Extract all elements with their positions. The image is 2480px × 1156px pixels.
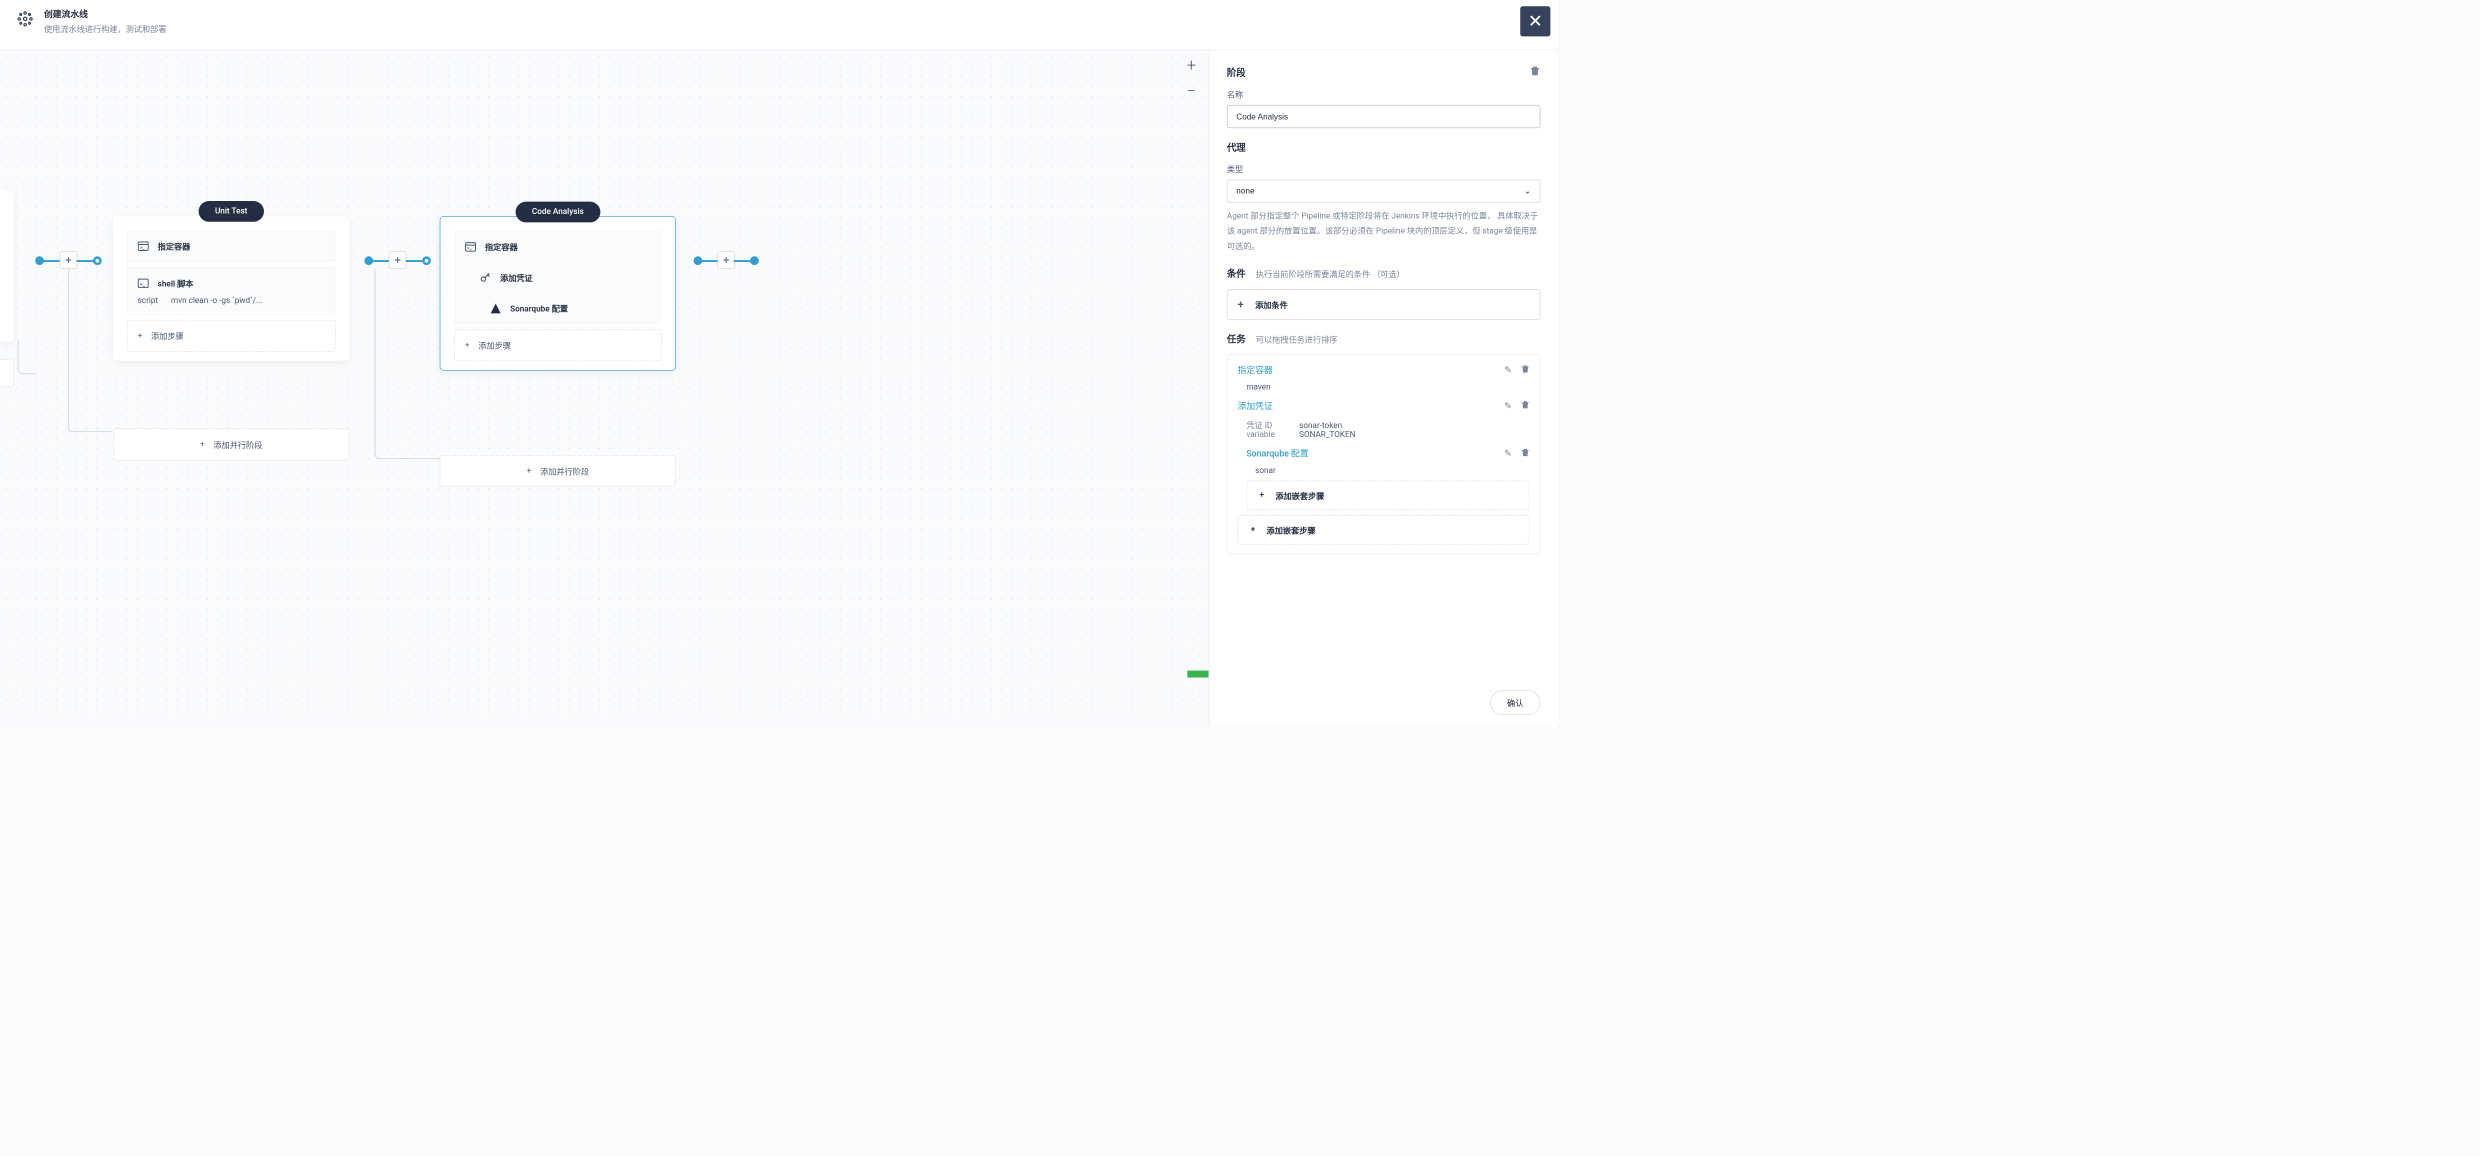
task-card-container[interactable]: 指定容器 ✎ maven 添加凭证 ✎ 凭证 IDsonar-t [1227, 354, 1540, 554]
add-stage-button[interactable]: + [717, 251, 735, 269]
stage-badge: Code Analysis [516, 202, 601, 223]
add-nested-step-button[interactable]: + 添加嵌套步骤 [1246, 481, 1529, 511]
tasks-subtitle: 可以拖拽任务进行排序 [1256, 333, 1338, 345]
add-parallel-stage-button[interactable]: +添加并行阶段 [113, 428, 349, 460]
container-icon: >_ [138, 240, 149, 251]
task-title: Sonarqube 配置 [1246, 447, 1308, 460]
step-label: 指定容器 [158, 240, 191, 252]
chevron-down-icon: ⌄ [1524, 187, 1531, 196]
svg-text:>_: >_ [467, 245, 473, 251]
name-label: 名称 [1227, 88, 1540, 100]
step-label: shell 脚本 [158, 277, 194, 289]
add-stage-button[interactable]: + [389, 251, 407, 269]
section-heading-stage: 阶段 [1227, 66, 1246, 79]
step-label: 指定容器 [485, 241, 518, 253]
add-parallel-stage-button[interactable]: +添加并行阶段 [440, 455, 676, 487]
zoom-in-button[interactable]: + [1187, 62, 1196, 72]
plus-icon: + [1238, 298, 1244, 311]
delete-task-button[interactable] [1521, 400, 1530, 411]
config-panel: 阶段 名称 代理 类型 none ⌄ Agent 部分指定整个 Pipeline… [1209, 50, 1558, 726]
zoom-out-button[interactable]: − [1187, 88, 1196, 98]
callout-arrow-icon [1186, 666, 1209, 682]
task-value: sonar [1246, 466, 1529, 475]
step-label: Sonarqube 配置 [510, 302, 568, 314]
step-box[interactable]: >_ 指定容器 添加凭证 Sonarqube 配置 [454, 231, 661, 325]
delete-task-button[interactable] [1521, 364, 1530, 375]
agent-type-select[interactable]: none ⌄ [1227, 180, 1540, 203]
task-kv-row: variableSONAR_TOKEN [1246, 430, 1529, 439]
edit-task-button[interactable]: ✎ [1504, 400, 1512, 411]
task-title: 添加凭证 [1238, 400, 1273, 413]
plus-icon: + [527, 466, 532, 475]
close-icon: ✕ [1528, 13, 1543, 31]
container-icon: >_ [465, 241, 476, 252]
pipeline-node [750, 256, 759, 265]
plus-icon: + [465, 340, 470, 349]
stage-card-code-analysis[interactable]: Code Analysis >_ 指定容器 添加凭证 Sonarqube 配置 [440, 216, 676, 371]
ghost-elbow [18, 339, 37, 374]
delete-task-button[interactable] [1521, 448, 1530, 459]
plus-icon: + [1260, 491, 1264, 500]
sonar-icon [490, 302, 501, 313]
agent-help-text: Agent 部分指定整个 Pipeline 或特定阶段将在 Jenkins 环境… [1227, 209, 1540, 254]
shell-icon: >_ [138, 277, 149, 288]
edit-task-button[interactable]: ✎ [1504, 448, 1512, 459]
task-value: maven [1238, 383, 1530, 392]
stage-badge: Unit Test [199, 201, 264, 222]
page-subtitle: 使用流水线进行构建，测试和部署 [44, 23, 167, 35]
section-heading-tasks: 任务 [1227, 332, 1246, 345]
pipeline-canvas[interactable]: + − + Unit Test >_ 指定容器 [0, 50, 1209, 726]
add-condition-button[interactable]: + 添加条件 [1227, 289, 1540, 320]
add-step-button[interactable]: +添加步骤 [454, 329, 661, 361]
plus-icon: + [138, 331, 143, 340]
plus-icon: + [1251, 525, 1255, 534]
type-label: 类型 [1227, 163, 1540, 175]
stage-card-unit-test[interactable]: Unit Test >_ 指定容器 >_ shell 脚本 script mv [113, 216, 349, 360]
task-kv-row: 凭证 IDsonar-token [1246, 418, 1529, 430]
parallel-elbow [374, 269, 441, 459]
previous-stage-ghost [0, 190, 14, 341]
step-detail: script mvn clean -o -gs `pwd`/... [128, 296, 335, 314]
add-nested-step-button[interactable]: + 添加嵌套步骤 [1238, 515, 1530, 545]
pipeline-icon [15, 9, 35, 29]
step-box[interactable]: >_ 指定容器 [127, 230, 336, 262]
pipeline-node-ring [422, 256, 431, 265]
page-header: 创建流水线 使用流水线进行构建，测试和部署 ✕ [0, 0, 1558, 50]
key-icon [480, 272, 491, 283]
page-title: 创建流水线 [44, 8, 167, 21]
plus-icon: + [200, 440, 205, 449]
step-box[interactable]: >_ shell 脚本 script mvn clean -o -gs `pwd… [127, 267, 336, 315]
confirm-button[interactable]: 确认 [1490, 690, 1540, 714]
task-title: 指定容器 [1238, 364, 1273, 377]
add-step-button[interactable]: +添加步骤 [127, 320, 336, 352]
section-heading-agent: 代理 [1227, 141, 1246, 154]
section-heading-conditions: 条件 [1227, 267, 1246, 280]
pipeline-node-ring [93, 256, 102, 265]
step-label: 添加凭证 [500, 271, 533, 283]
edit-task-button[interactable]: ✎ [1504, 364, 1512, 375]
zoom-controls: + − [1187, 62, 1196, 98]
parallel-elbow [68, 269, 112, 432]
close-button[interactable]: ✕ [1520, 6, 1550, 36]
svg-text:>_: >_ [140, 245, 146, 251]
add-stage-button[interactable]: + [60, 251, 78, 269]
previous-add-ghost [0, 359, 14, 387]
stage-name-input[interactable] [1227, 105, 1540, 128]
svg-text:>_: >_ [140, 281, 146, 287]
delete-stage-button[interactable] [1530, 65, 1541, 79]
conditions-subtitle: 执行当前阶段所需要满足的条件 （可选） [1256, 268, 1405, 280]
